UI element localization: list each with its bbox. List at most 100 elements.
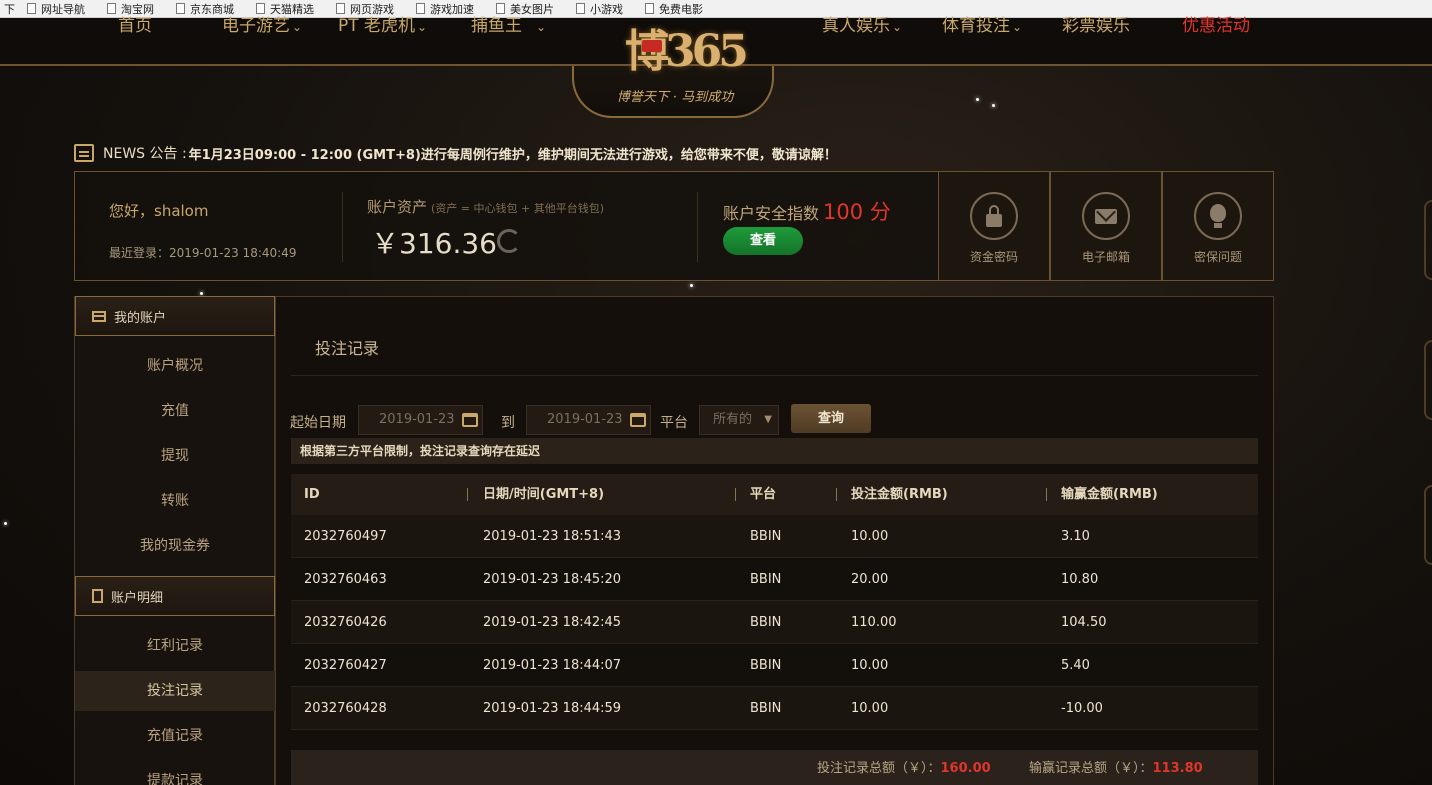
lock-icon (986, 205, 1002, 227)
sidebar-section-my-account[interactable]: 我的账户 (75, 296, 275, 336)
sparkle-decoration (690, 284, 693, 287)
bookmark-label: 下 (4, 2, 15, 16)
bulb-icon (1210, 204, 1226, 228)
nav-live-casino[interactable]: 真人娱乐 ⌄ (822, 16, 903, 36)
bookmark-label: 京东商城 (190, 2, 234, 16)
column-divider (1046, 488, 1047, 501)
fund-password-button[interactable]: 资金密码 (938, 171, 1050, 281)
bookmark-label: 免费电影 (659, 2, 703, 16)
sidebar-item-bet-records[interactable]: 投注记录 (75, 671, 275, 711)
bookmark-item[interactable]: 游戏加速 (416, 1, 474, 17)
bookmark-item[interactable]: 天猫精选 (256, 1, 314, 17)
chevron-down-icon: ⌄ (892, 20, 903, 34)
table-row: 2032760427 2019-01-23 18:44:07 BBIN 10.0… (291, 644, 1258, 687)
bookmark-item[interactable]: 免费电影 (645, 1, 703, 17)
nav-label: 捕鱼王 (471, 16, 522, 36)
win-total-label: 输赢记录总额（￥）： (1029, 761, 1153, 776)
nav-lottery[interactable]: 彩票娱乐 (1062, 18, 1130, 35)
to-label: 到 (501, 415, 515, 431)
bookmark-item[interactable]: 网页游戏 (336, 1, 394, 17)
page-icon (256, 3, 265, 14)
delay-notice: 根据第三方平台限制，投注记录查询存在延迟 (291, 438, 1258, 464)
security-label: 电子邮箱 (1081, 250, 1130, 264)
side-float-tab[interactable] (1424, 200, 1432, 280)
last-login: 最近登录：2019-01-23 18:40:49 (109, 246, 297, 260)
view-button[interactable]: 查看 (723, 227, 803, 255)
sidebar-item-withdraw[interactable]: 提现 (75, 436, 275, 476)
bookmark-item[interactable]: 淘宝网 (107, 1, 154, 17)
nav-fishing[interactable]: 捕鱼王 ⌄ (471, 16, 546, 36)
security-label: 密保问题 (1193, 250, 1242, 264)
bookmark-item[interactable]: 网址导航 (27, 1, 85, 17)
sidebar-item-deposit-records[interactable]: 充值记录 (75, 716, 275, 756)
query-button[interactable]: 查询 (791, 404, 871, 433)
sparkle-decoration (992, 104, 995, 107)
nav-label: 优惠活动 (1182, 16, 1250, 36)
security-circle (1194, 192, 1242, 240)
security-circle (1082, 192, 1130, 240)
bookmark-item[interactable]: 美女图片 (496, 1, 554, 17)
safety-index: 账户安全指数 100 分 (723, 196, 891, 226)
news-ticker: NEWS 公告 : 年1月23日09:00 - 12:00 (GMT+8)进行每… (74, 142, 974, 164)
asset-amount: ￥316.36 (371, 227, 497, 260)
refresh-icon[interactable] (497, 229, 521, 253)
cell-id: 2032760426 (304, 615, 387, 630)
bet-total-label: 投注记录总额（￥）： (817, 761, 941, 776)
sidebar-section-details[interactable]: 账户明细 (75, 576, 275, 616)
sidebar-item-coupons[interactable]: 我的现金券 (75, 526, 275, 566)
nav-slots[interactable]: 电子游艺 ⌄ (222, 18, 302, 35)
account-panel: 您好，shalom 最近登录：2019-01-23 18:40:49 账户资产(… (74, 171, 1274, 281)
cell-platform: BBIN (750, 615, 782, 630)
logo-seal-icon (642, 40, 662, 52)
calendar-icon (630, 413, 646, 427)
nav-promotions[interactable]: 优惠活动 (1182, 16, 1250, 36)
cell-bet-amount: 10.00 (851, 658, 889, 673)
end-date-input[interactable]: 2019-01-23 (526, 405, 651, 435)
email-button[interactable]: 电子邮箱 (1050, 171, 1162, 281)
news-tag: NEWS 公告 : (103, 146, 187, 162)
bookmark-item[interactable]: 京东商城 (176, 1, 234, 17)
bookmark-label: 美女图片 (510, 2, 554, 16)
side-float-tab[interactable] (1424, 340, 1432, 420)
nav-pt-slots[interactable]: PT 老虎机 ⌄ (338, 18, 428, 35)
divider (342, 192, 343, 262)
bookmark-item[interactable]: 小游戏 (576, 1, 623, 17)
nav-home[interactable]: 首页 (118, 16, 152, 36)
side-float-tab[interactable] (1424, 485, 1432, 565)
nav-sports[interactable]: 体育投注 ⌄ (942, 16, 1023, 36)
sidebar-item-overview[interactable]: 账户概况 (75, 346, 275, 386)
bookmark-item[interactable]: 下 (4, 1, 15, 17)
sidebar-item-transfer[interactable]: 转账 (75, 481, 275, 521)
page-icon (416, 3, 425, 14)
start-date-value: 2019-01-23 (379, 412, 455, 427)
sparkle-decoration (976, 98, 979, 101)
column-divider (467, 488, 468, 501)
sidebar-item-deposit[interactable]: 充值 (75, 391, 275, 431)
bookmark-label: 淘宝网 (121, 2, 154, 16)
platform-value: 所有的 (713, 412, 753, 427)
start-date-input[interactable]: 2019-01-23 (358, 405, 483, 435)
sidebar-item-bonus-records[interactable]: 红利记录 (75, 626, 275, 666)
nav-label: 首页 (118, 16, 152, 36)
cell-id: 2032760463 (304, 572, 387, 587)
chevron-down-icon: ⌄ (417, 20, 428, 34)
column-header: 平台 (750, 487, 777, 502)
chevron-down-icon: ⌄ (1012, 20, 1023, 34)
security-question-button[interactable]: 密保问题 (1162, 171, 1274, 281)
nav-label: 真人娱乐 (822, 16, 890, 36)
cell-win-amount: 104.50 (1061, 615, 1107, 630)
sidebar-item-withdraw-records[interactable]: 提款记录 (75, 761, 275, 785)
cell-win-amount: -10.00 (1061, 701, 1103, 716)
page-icon (336, 3, 345, 14)
table-row: 2032760463 2019-01-23 18:45:20 BBIN 20.0… (291, 558, 1258, 601)
nav-label: 体育投注 (942, 16, 1010, 36)
platform-select[interactable]: 所有的 ▼ (699, 405, 779, 435)
logo[interactable]: 博365 (625, 22, 749, 82)
sidebar-section-label: 账户明细 (111, 590, 164, 606)
column-divider (836, 488, 837, 501)
table-header: ID 日期/时间(GMT+8) 平台 投注金额(RMB) 输赢金额(RMB) (291, 474, 1258, 515)
cell-win-amount: 10.80 (1061, 572, 1099, 587)
table-row: 2032760426 2019-01-23 18:42:45 BBIN 110.… (291, 601, 1258, 644)
security-circle (970, 192, 1018, 240)
column-divider (735, 488, 736, 501)
